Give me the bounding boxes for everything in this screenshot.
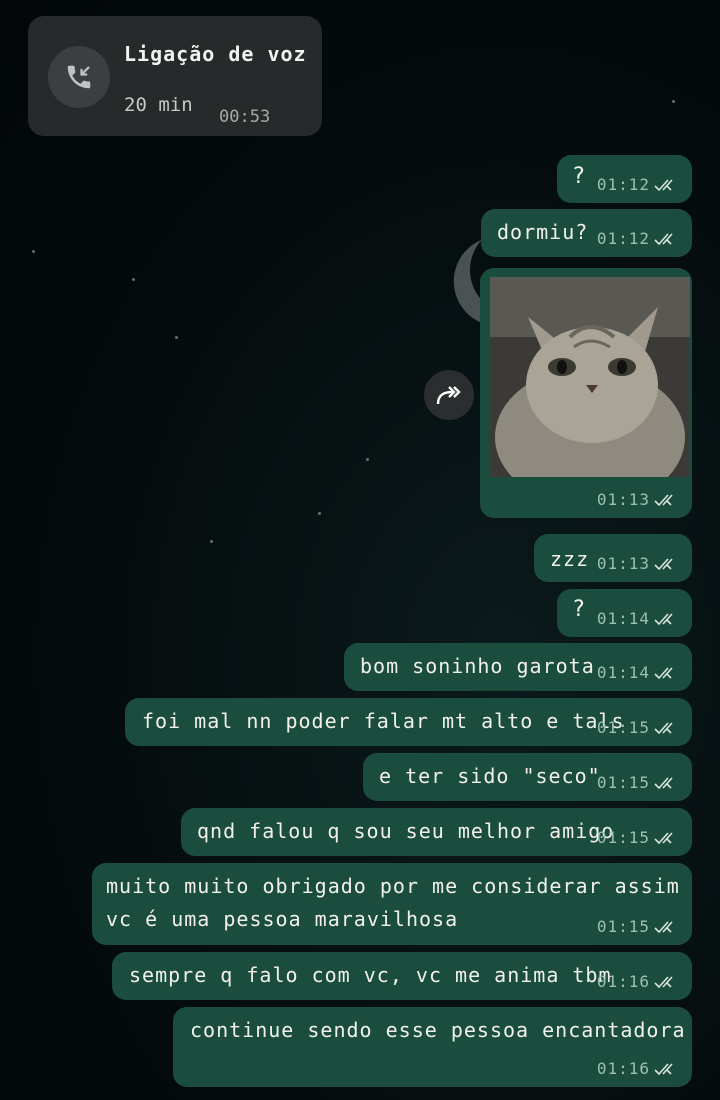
- message-time: 01:15: [596, 718, 650, 737]
- read-ticks-icon: [654, 776, 673, 789]
- message-bubble[interactable]: e ter sido "seco" 01:15: [363, 753, 692, 801]
- message-text: continue sendo esse pessoa encantadora: [190, 1018, 686, 1042]
- background-star: [318, 512, 321, 515]
- message-time: 01:12: [596, 229, 650, 248]
- read-ticks-icon: [654, 178, 673, 191]
- message-time: 01:16: [596, 1059, 650, 1078]
- message-text: foi mal nn poder falar mt alto e tals: [142, 709, 625, 733]
- background-star: [132, 278, 135, 281]
- call-title: Ligação de voz: [124, 42, 307, 66]
- call-time: 00:53: [219, 107, 271, 127]
- background-star: [672, 100, 675, 103]
- message-text: qnd falou q sou seu melhor amigo: [197, 819, 615, 843]
- message-text: ?: [572, 164, 587, 189]
- message-bubble[interactable]: muito muito obrigado por me considerar a…: [92, 863, 692, 945]
- message-bubble[interactable]: continue sendo esse pessoa encantadora 0…: [173, 1007, 692, 1087]
- message-text: sempre q falo com vc, vc me anima tbm: [129, 963, 612, 987]
- message-bubble[interactable]: qnd falou q sou seu melhor amigo 01:15: [181, 808, 692, 856]
- message-bubble[interactable]: foi mal nn poder falar mt alto e tals 01…: [125, 698, 692, 746]
- message-time: 01:15: [596, 773, 650, 792]
- call-duration: 20 min: [124, 94, 193, 116]
- background-star: [210, 540, 213, 543]
- read-ticks-icon: [654, 493, 673, 506]
- read-ticks-icon: [654, 1062, 673, 1075]
- message-text: bom soninho garota: [360, 654, 595, 678]
- message-time: 01:15: [596, 828, 650, 847]
- read-ticks-icon: [654, 975, 673, 988]
- read-ticks-icon: [654, 557, 673, 570]
- background-star: [175, 336, 178, 339]
- message-text: ?: [572, 597, 587, 622]
- read-ticks-icon: [654, 831, 673, 844]
- message-bubble[interactable]: dormiu? 01:12: [481, 209, 692, 257]
- read-ticks-icon: [654, 232, 673, 245]
- forward-icon: [436, 386, 461, 405]
- message-time: 01:13: [596, 554, 650, 573]
- incoming-call-icon: [48, 46, 110, 108]
- read-ticks-icon: [654, 612, 673, 625]
- message-bubble[interactable]: zzz 01:13: [534, 534, 692, 582]
- forward-button[interactable]: [424, 370, 474, 420]
- message-time: 01:15: [596, 917, 650, 936]
- message-time: 01:13: [596, 490, 650, 509]
- voice-call-card[interactable]: Ligação de voz 20 min 00:53: [28, 16, 322, 136]
- message-bubble[interactable]: ? 01:14: [557, 589, 692, 637]
- message-time: 01:14: [596, 663, 650, 682]
- cat-photo[interactable]: [490, 277, 690, 477]
- message-bubble[interactable]: sempre q falo com vc, vc me anima tbm 01…: [112, 952, 692, 1000]
- read-ticks-icon: [654, 920, 673, 933]
- message-bubble[interactable]: bom soninho garota 01:14: [344, 643, 692, 691]
- message-time: 01:12: [596, 175, 650, 194]
- background-star: [366, 458, 369, 461]
- background-star: [32, 250, 35, 253]
- read-ticks-icon: [654, 721, 673, 734]
- message-bubble[interactable]: ? 01:12: [557, 155, 692, 203]
- message-text-line: muito muito obrigado por me considerar a…: [106, 874, 680, 898]
- message-text-line: vc é uma pessoa maravilhosa: [106, 907, 459, 931]
- message-text: dormiu?: [497, 220, 589, 244]
- message-text: e ter sido "seco": [379, 764, 601, 788]
- read-ticks-icon: [654, 666, 673, 679]
- message-time: 01:16: [596, 972, 650, 991]
- message-time: 01:14: [596, 609, 650, 628]
- message-text: zzz: [550, 547, 590, 571]
